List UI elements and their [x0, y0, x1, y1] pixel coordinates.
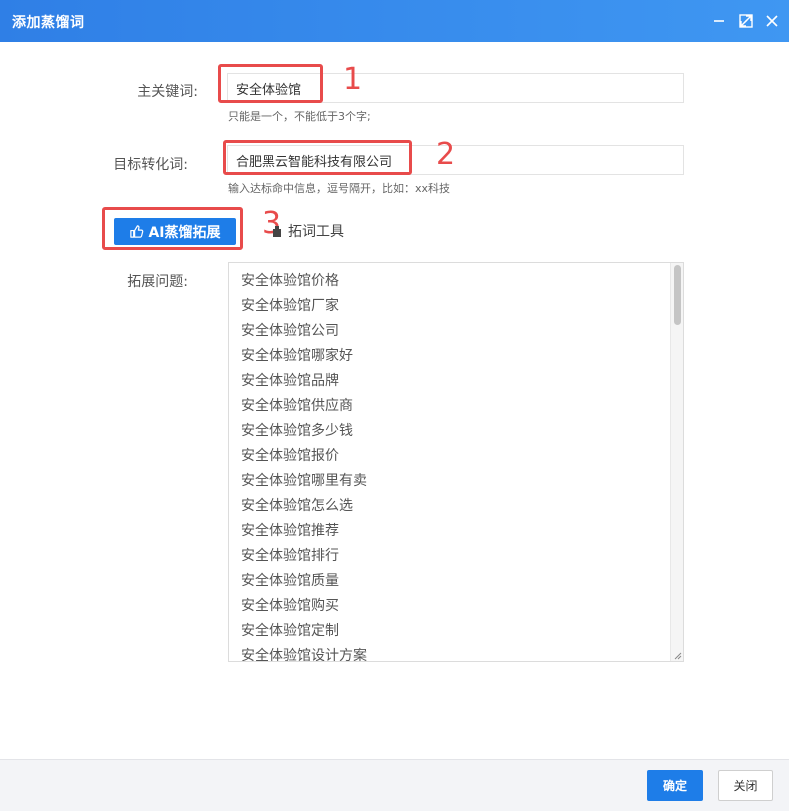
expand-questions-list: 安全体验馆价格 安全体验馆厂家 安全体验馆公司 安全体验馆哪家好 安全体验馆品牌 安全体验…: [229, 263, 683, 662]
dialog-titlebar: 添加蒸馏词: [0, 0, 789, 42]
close-icon[interactable]: [763, 12, 781, 30]
keyword-tool-link[interactable]: 拓词工具: [270, 221, 344, 241]
list-item: 安全体验馆厂家: [241, 298, 339, 314]
list-item: 安全体验馆购买: [241, 598, 339, 614]
list-item: 安全体验馆多少钱: [241, 423, 353, 439]
expand-questions-label: 拓展问题:: [127, 274, 188, 290]
list-item: 安全体验馆品牌: [241, 373, 339, 389]
close-button[interactable]: 关闭: [718, 770, 773, 801]
list-item: 安全体验馆供应商: [241, 398, 353, 414]
resize-grip-icon[interactable]: [673, 651, 682, 660]
list-item: 安全体验馆哪里有卖: [241, 473, 367, 489]
ai-expand-button[interactable]: AI蒸馏拓展: [114, 218, 236, 245]
main-keyword-label: 主关键词:: [137, 84, 198, 100]
dialog-title: 添加蒸馏词: [12, 15, 85, 31]
keyword-tool-label: 拓词工具: [288, 224, 344, 240]
list-item: 安全体验馆推荐: [241, 523, 339, 539]
list-item: 安全体验馆怎么选: [241, 498, 353, 514]
list-item: 安全体验馆报价: [241, 448, 339, 464]
annotation-number-1: 1: [343, 62, 363, 97]
list-item: 安全体验馆哪家好: [241, 348, 353, 364]
tool-icon: [273, 226, 281, 237]
target-word-hint: 输入达标命中信息，逗号隔开，比如：xx科技: [228, 182, 451, 195]
scrollbar-thumb[interactable]: [674, 265, 681, 325]
scrollbar[interactable]: [670, 263, 683, 661]
target-word-label: 目标转化词:: [113, 157, 188, 173]
list-item: 安全体验馆排行: [241, 548, 339, 564]
expand-questions-textarea[interactable]: 安全体验馆价格 安全体验馆厂家 安全体验馆公司 安全体验馆哪家好 安全体验馆品牌 安全体验…: [228, 262, 684, 662]
list-item: 安全体验馆质量: [241, 573, 339, 589]
annotation-number-2: 2: [436, 137, 456, 172]
minimize-icon[interactable]: [710, 12, 728, 30]
ai-expand-button-label: AI蒸馏拓展: [148, 224, 221, 241]
list-item: 安全体验馆定制: [241, 623, 339, 639]
thumbs-up-icon: [130, 225, 144, 238]
list-item: 安全体验馆设计方案: [241, 648, 367, 662]
list-item: 安全体验馆公司: [241, 323, 339, 339]
list-item: 安全体验馆价格: [241, 273, 339, 289]
maximize-icon[interactable]: [737, 12, 755, 30]
target-word-input[interactable]: [227, 145, 684, 175]
main-keyword-hint: 只能是一个，不能低于3个字;: [228, 110, 371, 123]
main-keyword-input[interactable]: [227, 73, 684, 103]
confirm-button[interactable]: 确定: [647, 770, 703, 801]
